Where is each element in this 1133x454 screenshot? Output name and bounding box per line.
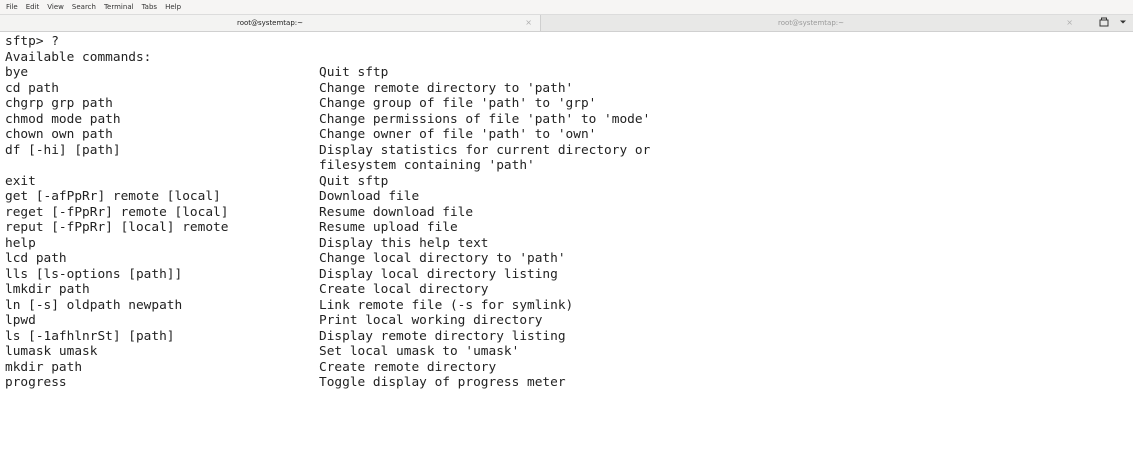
tab-1[interactable]: root@systemtap:~ × (0, 15, 541, 31)
help-row: cd path Change remote directory to 'path' (5, 81, 1133, 97)
help-row: lpwd Print local working directory (5, 313, 1133, 329)
tab-bar: root@systemtap:~ × root@systemtap:~ × (0, 15, 1133, 32)
command-syntax: chmod mode path (5, 111, 121, 127)
tab-1-title: root@systemtap:~ (236, 19, 304, 27)
help-row: progress Toggle display of progress meter (5, 375, 1133, 391)
command-syntax: cd path (5, 80, 59, 96)
command-description: Display statistics for current directory… (319, 142, 651, 158)
command-description: Change group of file 'path' to 'grp' (319, 96, 597, 111)
command-description: Set local umask to 'umask' (319, 344, 520, 359)
help-row: reput [-fPpRr] [local] remote Resume uplo… (5, 220, 1133, 236)
menu-file[interactable]: File (6, 3, 18, 11)
close-icon[interactable]: × (525, 18, 532, 27)
command-description: Create remote directory (319, 359, 497, 375)
menu-search[interactable]: Search (72, 3, 96, 11)
command-syntax: chown own path (5, 127, 113, 142)
command-syntax (5, 158, 319, 174)
menu-terminal[interactable]: Terminal (104, 3, 134, 11)
tab-tools (1099, 15, 1133, 31)
command-syntax: lcd path (5, 251, 67, 266)
menu-view[interactable]: View (47, 3, 64, 11)
command-description: Change remote directory to 'path' (319, 80, 574, 96)
help-row: lmkdir path Create local directory (5, 282, 1133, 298)
command-description: Print local working directory (319, 313, 543, 328)
prompt-line: sftp> ? (5, 34, 59, 49)
command-syntax: df [-hi] [path] (5, 142, 121, 158)
command-syntax: help (5, 235, 36, 251)
help-row: get [-afPpRr] remote [local] Download fil… (5, 189, 1133, 205)
help-row: exit Quit sftp (5, 174, 1133, 190)
command-syntax: reget [-fPpRr] remote [local] (5, 204, 229, 220)
command-description: Download file (319, 189, 420, 204)
help-row: chgrp grp path Change group of file 'path… (5, 96, 1133, 112)
help-row: filesystem containing 'path' (5, 158, 1133, 174)
command-syntax: progress (5, 375, 67, 390)
help-row: df [-hi] [path] Display statistics for cu… (5, 143, 1133, 159)
command-description: Display remote directory listing (319, 328, 566, 344)
command-syntax: lumask umask (5, 344, 98, 359)
help-row: lumask umask Set local umask to 'umask' (5, 344, 1133, 360)
menu-help[interactable]: Help (165, 3, 181, 11)
menu-tabs[interactable]: Tabs (142, 3, 158, 11)
help-row: bye Quit sftp (5, 65, 1133, 81)
terminal-output[interactable]: sftp> ? Available commands: bye Quit sftp… (0, 32, 1133, 391)
close-icon[interactable]: × (1066, 18, 1073, 27)
command-syntax: exit (5, 173, 36, 189)
help-row: chmod mode path Change permissions of fil… (5, 112, 1133, 128)
command-description: Change local directory to 'path' (319, 251, 566, 266)
menu-edit[interactable]: Edit (26, 3, 40, 11)
command-syntax: bye (5, 65, 29, 80)
command-syntax: get [-afPpRr] remote [local] (5, 189, 221, 204)
command-description: Quit sftp (319, 173, 389, 189)
new-tab-icon[interactable] (1099, 17, 1109, 30)
menu-bar: File Edit View Search Terminal Tabs Help (0, 0, 1133, 15)
command-description: Change owner of file 'path' to 'own' (319, 127, 597, 142)
help-row: help Display this help text (5, 236, 1133, 252)
command-description: Toggle display of progress meter (319, 375, 566, 390)
command-description: Change permissions of file 'path' to 'mo… (319, 111, 651, 127)
command-syntax: chgrp grp path (5, 96, 113, 111)
help-row: lcd path Change local directory to 'path' (5, 251, 1133, 267)
command-description: Create local directory (319, 282, 489, 297)
tab-2[interactable]: root@systemtap:~ × (541, 15, 1081, 31)
command-description: Resume download file (319, 204, 474, 220)
command-syntax: ls [-1afhlnrSt] [path] (5, 328, 175, 344)
help-row: mkdir path Create remote directory (5, 360, 1133, 376)
tab-2-title: root@systemtap:~ (777, 19, 845, 27)
dropdown-icon[interactable] (1119, 18, 1127, 29)
help-row: ls [-1afhlnrSt] [path] Display remote dir… (5, 329, 1133, 345)
command-description: Display local directory listing (319, 266, 558, 282)
command-description: filesystem containing 'path' (319, 158, 535, 173)
help-row: reget [-fPpRr] remote [local] Resume down… (5, 205, 1133, 221)
command-syntax: lls [ls-options [path]] (5, 266, 183, 282)
command-syntax: mkdir path (5, 359, 83, 375)
command-syntax: lpwd (5, 313, 36, 328)
command-description: Link remote file (-s for symlink) (319, 297, 574, 313)
command-syntax: ln [-s] oldpath newpath (5, 297, 183, 313)
help-row: chown own path Change owner of file 'path… (5, 127, 1133, 143)
help-row: lls [ls-options [path]] Display local dir… (5, 267, 1133, 283)
header-line: Available commands: (5, 49, 152, 65)
command-description: Display this help text (319, 235, 489, 251)
command-syntax: reput [-fPpRr] [local] remote (5, 220, 229, 235)
command-syntax: lmkdir path (5, 282, 90, 297)
help-row: ln [-s] oldpath newpath Link remote file … (5, 298, 1133, 314)
command-description: Resume upload file (319, 220, 458, 235)
command-description: Quit sftp (319, 65, 389, 80)
